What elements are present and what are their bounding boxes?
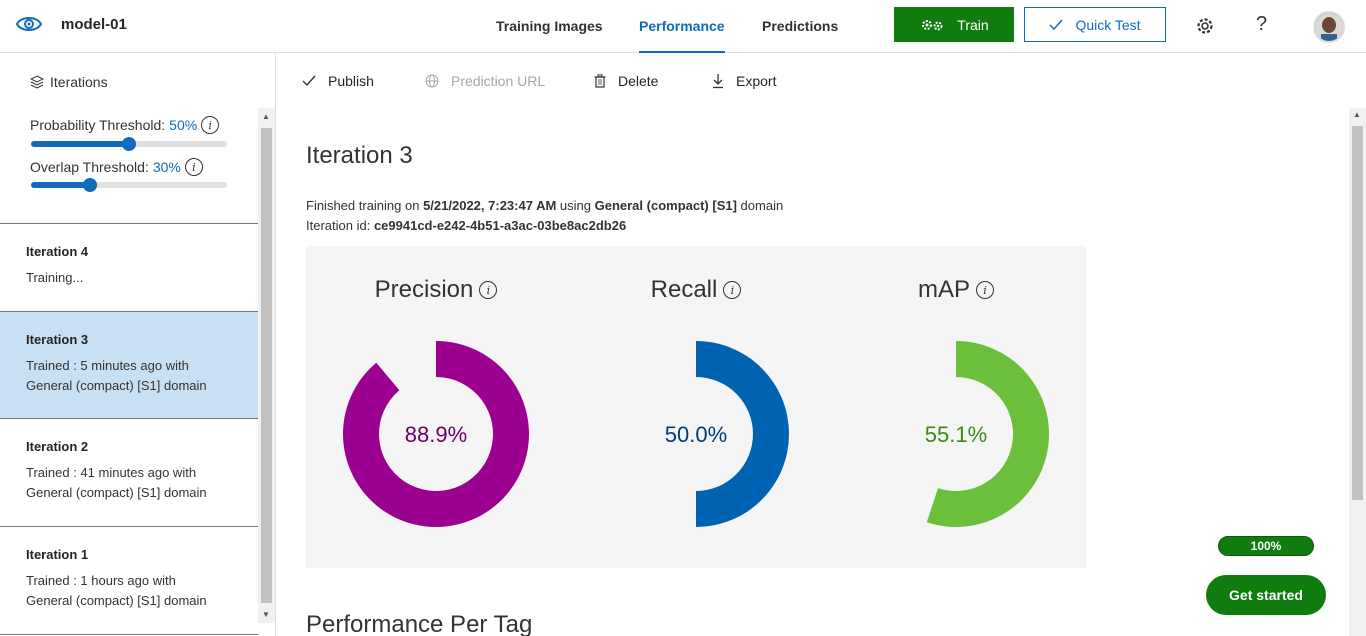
metric-label: Precision <box>374 276 474 303</box>
top-bar: model-01 Training Images Performance Pre… <box>0 0 1366 53</box>
quick-test-label: Quick Test <box>1075 16 1141 33</box>
iteration-domain: General (compact) [S1] domain <box>26 485 207 500</box>
iterations-header: Iterations <box>30 74 108 90</box>
metrics-panel: Precision i 88.9% Recall i 50.0% mAP i 55.1… <box>306 246 1086 568</box>
scrollbar-thumb[interactable] <box>1352 126 1363 500</box>
tab-predictions[interactable]: Predictions <box>762 18 838 34</box>
prediction-url-button[interactable]: Prediction URL <box>425 73 545 89</box>
finished-suffix: domain <box>736 198 784 213</box>
quick-test-button[interactable]: Quick Test <box>1024 7 1166 42</box>
metric-label: mAP <box>917 276 970 303</box>
iteration-desc: Trained : 41 minutes ago with <box>26 465 197 480</box>
check-icon <box>302 75 316 87</box>
iteration-item-4[interactable]: Iteration 4 Training... <box>0 224 258 312</box>
scroll-up-arrow-icon[interactable]: ▲ <box>1353 110 1361 119</box>
map-metric: mAP i 55.1% <box>826 246 1086 568</box>
info-icon[interactable]: i <box>976 281 994 299</box>
globe-icon <box>425 74 439 88</box>
finished-prefix: Finished training on <box>306 198 424 213</box>
iteration-title: Iteration 4 <box>26 244 89 259</box>
finished-training-text: Finished training on 5/21/2022, 7:23:47 … <box>306 198 783 213</box>
iteration-id-label: Iteration id: <box>306 218 374 233</box>
slider-thumb[interactable] <box>82 178 97 192</box>
tab-training-images[interactable]: Training Images <box>496 18 603 34</box>
iteration-title: Iteration 2 <box>26 439 89 454</box>
overlap-threshold: Overlap Threshold: 30% i <box>30 158 203 176</box>
overlap-threshold-label: Overlap Threshold: <box>30 159 149 175</box>
info-icon[interactable]: i <box>184 158 203 176</box>
publish-button[interactable]: Publish <box>302 73 374 89</box>
performance-main: Iteration 3 Finished training on 5/21/20… <box>276 108 1349 636</box>
metric-value: 55.1% <box>924 422 988 447</box>
tab-performance[interactable]: Performance <box>639 18 725 53</box>
eye-logo-icon <box>16 17 42 31</box>
download-icon <box>713 74 723 89</box>
user-photo-icon <box>1315 13 1343 41</box>
overlap-threshold-slider[interactable] <box>31 178 227 192</box>
finished-using: using <box>556 198 595 213</box>
export-label: Export <box>736 73 777 89</box>
scrollbar-thumb[interactable] <box>261 128 272 603</box>
metric-label: Recall <box>650 276 718 303</box>
gears-icon <box>922 19 943 30</box>
sidebar-scrollbar[interactable]: ▲ ▼ <box>258 108 275 623</box>
iteration-item-2[interactable]: Iteration 2 Trained : 41 minutes ago wit… <box>0 419 258 527</box>
settings-gear-icon[interactable] <box>1195 16 1215 36</box>
project-name[interactable]: model-01 <box>61 16 127 33</box>
export-button[interactable]: Export <box>712 73 776 89</box>
publish-label: Publish <box>328 73 374 89</box>
slider-thumb[interactable] <box>122 137 136 151</box>
recall-metric: Recall i 50.0% <box>566 246 826 568</box>
iteration-title: Iteration 3 <box>26 332 89 347</box>
iteration-id-text: Iteration id: ce9941cd-e242-4b51-a3ac-03… <box>306 218 626 233</box>
slider-fill <box>31 182 90 188</box>
iteration-toolbar: Publish Prediction URL Delete Export <box>276 53 1366 108</box>
delete-button[interactable]: Delete <box>594 73 658 89</box>
finished-date: 5/21/2022, 7:23:47 AM <box>423 198 557 213</box>
finished-domain: General (compact) [S1] <box>594 198 737 213</box>
iteration-desc: Training... <box>26 270 84 285</box>
performance-per-tag-heading: Performance Per Tag <box>306 611 533 636</box>
progress-badge: 100% <box>1218 536 1314 556</box>
main-scrollbar[interactable]: ▲ <box>1349 108 1366 636</box>
iterations-sidebar: Iterations Probability Threshold: 50% i … <box>0 53 276 636</box>
info-icon[interactable]: i <box>201 116 220 134</box>
probability-threshold: Probability Threshold: 50% i <box>30 116 220 134</box>
iteration-list: Iteration 4 Training... Iteration 3 Trai… <box>0 224 258 636</box>
precision-metric: Precision i 88.9% <box>306 246 566 568</box>
train-label: Train <box>957 16 989 33</box>
metric-value: 50.0% <box>664 422 728 447</box>
iteration-id-value: ce9941cd-e242-4b51-a3ac-03be8ac2db26 <box>373 218 627 233</box>
iteration-title: Iteration 1 <box>26 547 89 562</box>
layers-icon <box>30 75 44 89</box>
iteration-domain: General (compact) [S1] domain <box>26 378 207 393</box>
train-button[interactable]: Train <box>894 7 1014 42</box>
slider-fill <box>31 141 129 147</box>
prediction-url-label: Prediction URL <box>451 73 546 89</box>
scroll-up-arrow-icon[interactable]: ▲ <box>262 112 270 121</box>
help-icon[interactable]: ? <box>1256 13 1267 36</box>
trash-icon <box>594 74 606 88</box>
info-icon[interactable]: i <box>479 281 498 299</box>
delete-label: Delete <box>618 73 659 89</box>
scroll-down-arrow-icon[interactable]: ▼ <box>262 610 270 619</box>
iterations-header-label: Iterations <box>50 74 108 90</box>
avatar[interactable] <box>1313 11 1345 43</box>
iteration-item-1[interactable]: Iteration 1 Trained : 1 hours ago with G… <box>0 527 258 635</box>
overlap-threshold-value: 30% <box>152 159 181 175</box>
iteration-desc: Trained : 5 minutes ago with <box>26 358 189 373</box>
metric-value: 88.9% <box>404 422 468 447</box>
get-started-button[interactable]: Get started <box>1206 575 1326 615</box>
info-icon[interactable]: i <box>723 281 742 299</box>
iteration-domain: General (compact) [S1] domain <box>26 593 207 608</box>
iteration-item-3[interactable]: Iteration 3 Trained : 5 minutes ago with… <box>0 312 258 419</box>
iteration-desc: Trained : 1 hours ago with <box>26 573 176 588</box>
probability-threshold-slider[interactable] <box>31 137 227 151</box>
check-icon <box>1049 19 1063 30</box>
probability-threshold-label: Probability Threshold: <box>30 117 166 133</box>
probability-threshold-value: 50% <box>169 117 198 133</box>
iteration-heading: Iteration 3 <box>306 142 413 169</box>
